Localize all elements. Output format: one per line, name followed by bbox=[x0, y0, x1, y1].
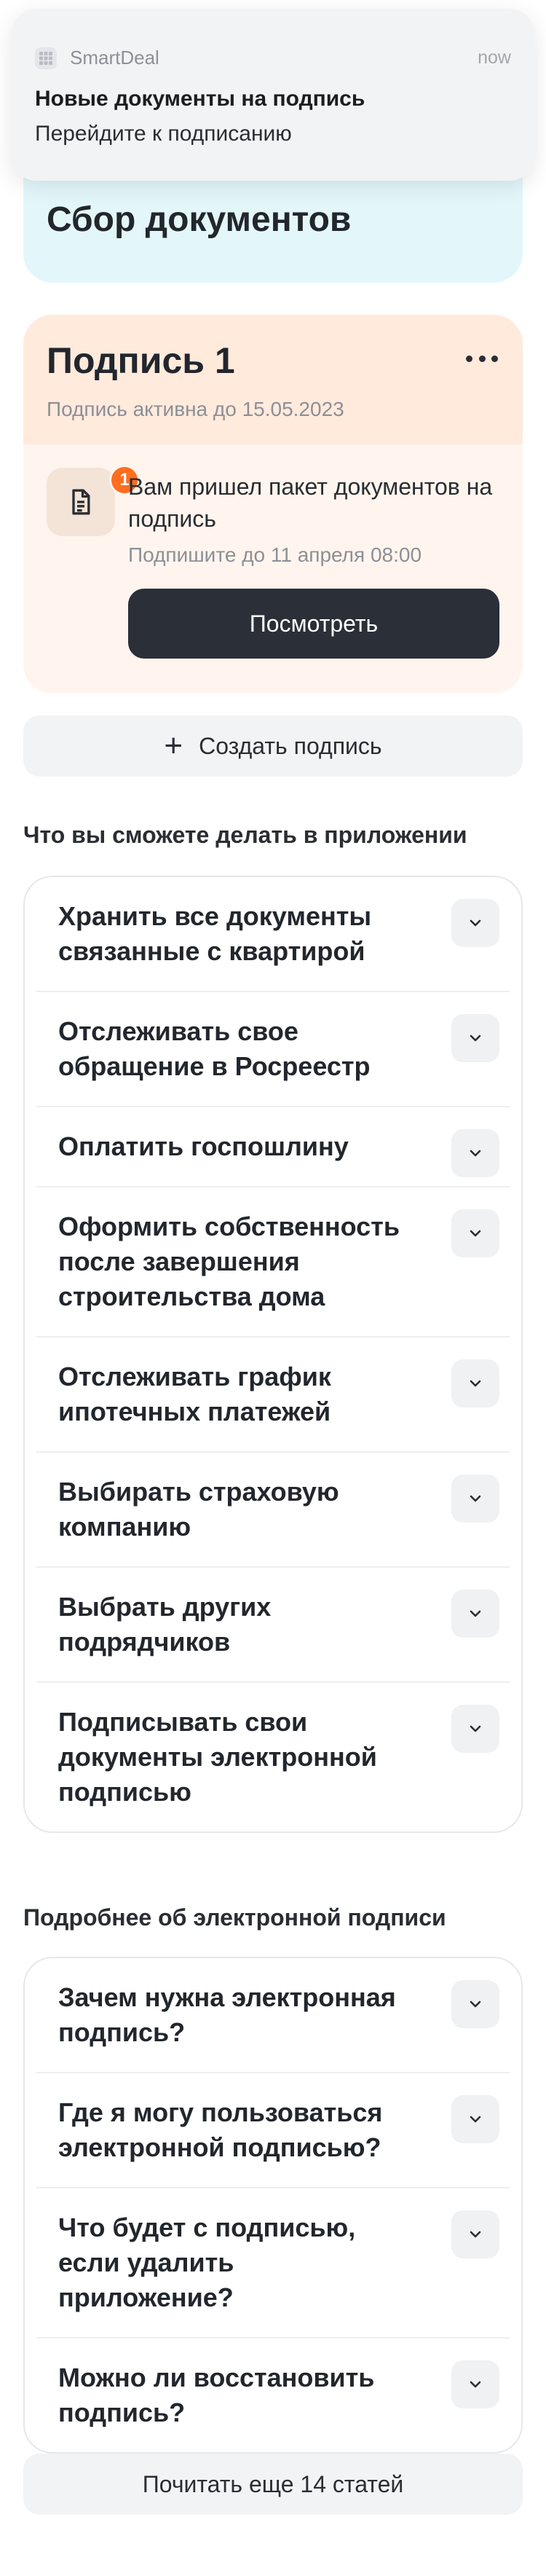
chevron-down-icon[interactable] bbox=[451, 1980, 499, 2028]
faq-item-label: Что будет с подписью, если удалить прило… bbox=[58, 2212, 356, 2312]
feature-item-label: Оплатить госпошлину bbox=[58, 1131, 349, 1161]
documents-collection-title: Сбор документов bbox=[47, 200, 352, 239]
feature-item[interactable]: Отслеживать свое обращение в Росреестр bbox=[36, 992, 510, 1107]
faq-section-title: Подробнее об электронной подписи bbox=[23, 1904, 446, 1931]
create-signature-button[interactable]: + Создать подпись bbox=[23, 715, 523, 777]
feature-item[interactable]: Выбирать страховую компанию bbox=[36, 1453, 510, 1568]
feature-item-label: Выбирать страховую компанию bbox=[58, 1477, 339, 1542]
faq-item[interactable]: Можно ли восстановить подпись? bbox=[36, 2339, 510, 2452]
plus-icon: + bbox=[164, 728, 183, 763]
faq-item-label: Зачем нужна электронная подпись? bbox=[58, 1982, 396, 2047]
notification-title: Новые документы на подпись bbox=[35, 87, 365, 111]
feature-item[interactable]: Отслеживать график ипотечных платежей bbox=[36, 1338, 510, 1453]
notification-time: now bbox=[478, 47, 511, 68]
feature-item[interactable]: Оплатить госпошлину bbox=[36, 1107, 510, 1187]
chevron-down-icon[interactable] bbox=[451, 2095, 499, 2143]
chevron-down-icon[interactable] bbox=[451, 1474, 499, 1523]
features-section-title: Что вы сможете делать в приложении bbox=[23, 822, 467, 848]
feature-item-label: Хранить все документы связанные с кварти… bbox=[58, 901, 372, 966]
feature-item-label: Подписывать свои документы электронной п… bbox=[58, 1707, 377, 1807]
view-button[interactable]: Посмотреть bbox=[128, 589, 499, 659]
document-icon bbox=[47, 468, 115, 536]
faq-item[interactable]: Где я могу пользоваться электронной подп… bbox=[36, 2073, 510, 2188]
notification-body: Перейдите к подписанию bbox=[35, 122, 292, 146]
features-accordion: Хранить все документы связанные с кварти… bbox=[23, 876, 523, 1833]
feature-item[interactable]: Оформить собственность после завершения … bbox=[36, 1187, 510, 1338]
chevron-down-icon[interactable] bbox=[451, 2360, 499, 2408]
feature-item-label: Отслеживать график ипотечных платежей bbox=[58, 1362, 331, 1426]
chevron-down-icon[interactable] bbox=[451, 1590, 499, 1638]
feature-item[interactable]: Выбрать других подрядчиков bbox=[36, 1568, 510, 1683]
signature-deadline: Подпишите до 11 апреля 08:00 bbox=[128, 543, 422, 566]
signature-message: Вам пришел пакет документов на подпись bbox=[128, 474, 493, 532]
chevron-down-icon[interactable] bbox=[451, 1209, 499, 1257]
faq-accordion: Зачем нужна электронная подпись? Где я мо… bbox=[23, 1957, 523, 2454]
app-icon bbox=[35, 47, 57, 69]
chevron-down-icon[interactable] bbox=[451, 1359, 499, 1407]
push-notification[interactable]: SmartDeal now Новые документы на подпись… bbox=[12, 9, 534, 181]
signature-card-header: Подпись 1 Подпись активна до 15.05.2023 bbox=[23, 315, 523, 444]
signature-valid-until: Подпись активна до 15.05.2023 bbox=[47, 398, 344, 420]
signature-title: Подпись 1 bbox=[47, 340, 235, 381]
faq-item[interactable]: Что будет с подписью, если удалить прило… bbox=[36, 2188, 510, 2339]
read-more-articles-button[interactable]: Почитать еще 14 статей bbox=[23, 2454, 523, 2515]
chevron-down-icon[interactable] bbox=[451, 1705, 499, 1753]
signature-card: Подпись 1 Подпись активна до 15.05.2023 … bbox=[23, 315, 523, 694]
chevron-down-icon[interactable] bbox=[451, 899, 499, 947]
chevron-down-icon[interactable] bbox=[451, 2210, 499, 2258]
feature-item[interactable]: Хранить все документы связанные с кварти… bbox=[36, 877, 510, 992]
more-options-icon[interactable] bbox=[462, 344, 502, 373]
feature-item-label: Выбрать других подрядчиков bbox=[58, 1592, 272, 1657]
notification-app-name: SmartDeal bbox=[70, 47, 159, 68]
create-signature-label: Создать подпись bbox=[199, 732, 382, 759]
faq-item-label: Где я могу пользоваться электронной подп… bbox=[58, 2097, 383, 2162]
feature-item-label: Отслеживать свое обращение в Росреестр bbox=[58, 1016, 371, 1081]
chevron-down-icon[interactable] bbox=[451, 1014, 499, 1062]
feature-item-label: Оформить собственность после завершения … bbox=[58, 1212, 400, 1311]
faq-item-label: Можно ли восстановить подпись? bbox=[58, 2363, 375, 2427]
feature-item[interactable]: Подписывать свои документы электронной п… bbox=[36, 1683, 510, 1831]
faq-item[interactable]: Зачем нужна электронная подпись? bbox=[36, 1958, 510, 2073]
chevron-down-icon[interactable] bbox=[451, 1129, 499, 1177]
